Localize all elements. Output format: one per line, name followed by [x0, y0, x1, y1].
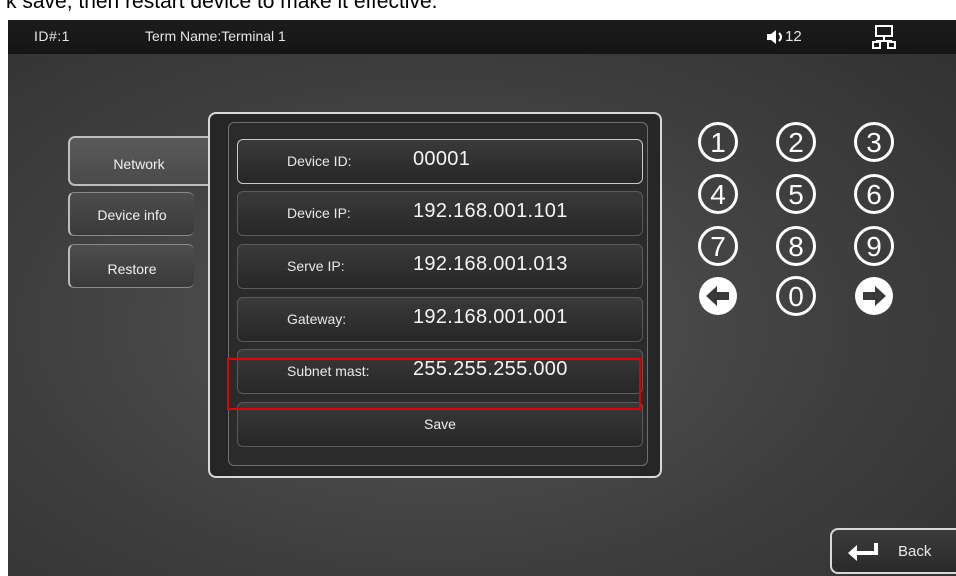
key-1[interactable]: 1: [698, 122, 738, 162]
field-label: Device IP:: [287, 205, 351, 221]
instruction-text: k save, then restart device to make it e…: [6, 0, 438, 13]
field-label: Gateway:: [287, 311, 347, 327]
save-label: Save: [424, 416, 456, 432]
return-icon: [848, 543, 878, 561]
terminal-name-label: Term Name:Terminal 1: [145, 28, 286, 44]
device-id-field[interactable]: Device ID: 00001: [237, 139, 643, 184]
device-id-label: ID#:1: [34, 28, 70, 44]
device-screen: ID#:1 Term Name:Terminal 1 12 Network De…: [8, 20, 956, 576]
right-arrow-icon[interactable]: [854, 276, 894, 316]
field-value: 192.168.001.013: [413, 253, 568, 275]
key-4[interactable]: 4: [698, 174, 738, 214]
key-8[interactable]: 8: [776, 226, 816, 266]
key-6[interactable]: 6: [854, 174, 894, 214]
field-label: Serve IP:: [287, 258, 345, 274]
subnet-highlight-box: [227, 358, 641, 410]
field-value: 00001: [413, 148, 471, 170]
key-5[interactable]: 5: [776, 174, 816, 214]
settings-form: Device ID: 00001 Device IP: 192.168.001.…: [228, 122, 648, 466]
key-0[interactable]: 0: [776, 276, 816, 316]
back-label: Back: [898, 543, 932, 560]
key-3[interactable]: 3: [854, 122, 894, 162]
field-label: Device ID:: [287, 153, 352, 169]
volume-level: 12: [785, 28, 802, 45]
top-status-bar: ID#:1 Term Name:Terminal 1 12: [8, 20, 956, 54]
key-2[interactable]: 2: [776, 122, 816, 162]
device-ip-field[interactable]: Device IP: 192.168.001.101: [237, 191, 643, 236]
tab-device-info[interactable]: Device info: [68, 192, 194, 236]
key-9[interactable]: 9: [854, 226, 894, 266]
network-icon[interactable]: [872, 25, 896, 49]
tab-network[interactable]: Network: [68, 136, 208, 186]
serve-ip-field[interactable]: Serve IP: 192.168.001.013: [237, 244, 643, 289]
left-arrow-icon[interactable]: [698, 276, 738, 316]
gateway-field[interactable]: Gateway: 192.168.001.001: [237, 297, 643, 342]
network-settings-panel: Device ID: 00001 Device IP: 192.168.001.…: [208, 112, 662, 478]
back-button[interactable]: Back: [830, 528, 956, 574]
tab-restore[interactable]: Restore: [68, 244, 194, 288]
field-value: 192.168.001.001: [413, 306, 568, 328]
field-value: 192.168.001.101: [413, 200, 568, 222]
key-7[interactable]: 7: [698, 226, 738, 266]
